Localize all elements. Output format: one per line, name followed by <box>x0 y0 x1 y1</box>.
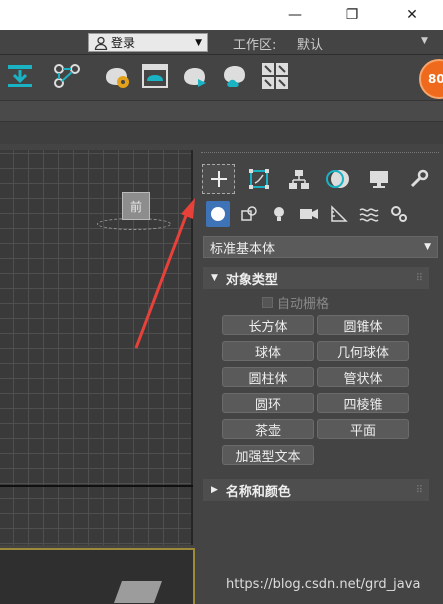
render-frame-icon[interactable] <box>140 61 170 91</box>
ribbon-strip <box>0 122 443 144</box>
viewport-perspective[interactable] <box>0 548 195 604</box>
systems-subtab[interactable] <box>387 201 411 227</box>
viewcube[interactable]: 前 <box>122 192 150 220</box>
render-icon[interactable] <box>180 61 210 91</box>
collapse-triangle-icon: ▼ <box>211 273 218 283</box>
lights-subtab[interactable] <box>267 201 291 227</box>
shapes-icon <box>241 206 257 221</box>
render-setup-icon[interactable] <box>102 61 132 91</box>
schematic-icon[interactable] <box>52 61 82 91</box>
display-tab[interactable] <box>362 164 395 194</box>
watermark: https://blog.csdn.net/grd_java <box>226 577 421 592</box>
checkbox-box <box>262 297 273 308</box>
plus-icon <box>210 171 227 187</box>
sphere-button[interactable]: 球体 <box>222 341 314 361</box>
motion-icon <box>325 170 349 188</box>
camera-icon <box>300 209 318 219</box>
import-icon[interactable] <box>5 61 35 91</box>
geometry-subtab[interactable] <box>206 201 230 227</box>
cylinder-button[interactable]: 圆柱体 <box>222 367 314 387</box>
rollout-title: 名称和颜色 <box>225 484 291 500</box>
close-button[interactable]: ✕ <box>390 0 434 30</box>
panel-grip[interactable] <box>201 152 439 156</box>
workspace-value[interactable]: 默认 <box>297 34 323 53</box>
monitor-icon <box>369 171 388 188</box>
ruler-icon <box>331 205 348 222</box>
shapes-subtab[interactable] <box>237 201 261 227</box>
chevron-down-icon[interactable]: ▼ <box>421 36 428 46</box>
grip-icon: ⠿ <box>415 484 423 496</box>
title-bar: — ❐ ✕ <box>0 0 443 30</box>
modify-icon <box>248 169 269 189</box>
sphere-icon <box>211 207 225 221</box>
image-grid-icon[interactable] <box>260 61 290 91</box>
create-tab[interactable] <box>202 164 235 194</box>
name-color-rollout[interactable]: ▶ 名称和颜色 ⠿ <box>203 479 429 501</box>
spacewarps-subtab[interactable] <box>357 201 381 227</box>
utilities-tab[interactable] <box>402 164 435 194</box>
text-plus-button[interactable]: 加强型文本 <box>222 445 314 465</box>
maximize-button[interactable]: ❐ <box>330 0 374 30</box>
helpers-subtab[interactable] <box>327 201 351 227</box>
scene-object[interactable] <box>113 581 163 603</box>
cone-button[interactable]: 圆锥体 <box>317 315 409 335</box>
workspace-label: 工作区: <box>233 38 277 53</box>
lightbulb-icon <box>274 207 284 221</box>
chevron-down-icon: ▼ <box>424 242 431 252</box>
user-icon <box>94 36 108 50</box>
hierarchy-icon <box>288 170 309 189</box>
login-label: 登录 <box>111 36 136 50</box>
login-dropdown[interactable]: 登录 ▼ <box>88 33 208 52</box>
geosphere-button[interactable]: 几何球体 <box>317 341 409 361</box>
box-button[interactable]: 长方体 <box>222 315 314 335</box>
expand-triangle-icon: ▶ <box>211 485 218 495</box>
viewport-divider <box>0 485 193 487</box>
rollout-title: 对象类型 <box>225 272 278 288</box>
cameras-subtab[interactable] <box>297 201 321 227</box>
object-type-rollout[interactable]: ▼ 对象类型 ⠿ <box>203 267 429 289</box>
hierarchy-tab[interactable] <box>282 164 315 194</box>
auto-grid-label: 自动栅格 <box>277 297 330 312</box>
teapot-button[interactable]: 茶壶 <box>222 419 314 439</box>
plane-button[interactable]: 平面 <box>317 419 409 439</box>
login-bar: 登录 ▼ 工作区: 默认 ▼ <box>0 30 443 55</box>
tube-button[interactable]: 管状体 <box>317 367 409 387</box>
torus-button[interactable]: 圆环 <box>222 393 314 413</box>
modify-tab[interactable] <box>242 164 275 194</box>
grip-icon: ⠿ <box>415 272 423 284</box>
motion-tab[interactable] <box>322 164 355 194</box>
minimize-button[interactable]: — <box>273 0 317 30</box>
pyramid-button[interactable]: 四棱锥 <box>317 393 409 413</box>
app-window: { "window": {"minimize":"—","maximize":"… <box>0 0 443 604</box>
auto-grid-checkbox[interactable]: 自动栅格 <box>262 293 329 312</box>
chevron-down-icon: ▼ <box>195 37 202 48</box>
render-cloud-icon[interactable] <box>220 61 250 91</box>
dropdown-value: 标准基本体 <box>210 241 276 257</box>
primitive-type-dropdown[interactable]: 标准基本体 ▼ <box>203 236 438 258</box>
wrench-icon <box>410 169 428 188</box>
wave-icon <box>359 208 379 222</box>
main-toolbar <box>0 56 443 100</box>
ribbon-strip <box>0 100 443 122</box>
gears-icon <box>391 206 407 222</box>
